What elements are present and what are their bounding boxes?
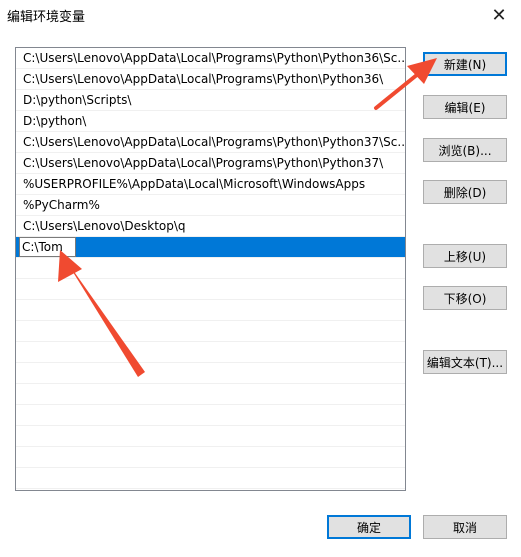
- move-down-button[interactable]: 下移(O): [423, 286, 507, 310]
- title-bar: 编辑环境变量 ✕: [0, 0, 521, 30]
- empty-list-row: [16, 384, 405, 405]
- path-edit-input[interactable]: [19, 237, 76, 257]
- cancel-button[interactable]: 取消: [423, 515, 507, 539]
- empty-list-row: [16, 342, 405, 363]
- path-list-item[interactable]: C:\Users\Lenovo\AppData\Local\Programs\P…: [16, 153, 405, 174]
- path-list-item[interactable]: C:\Users\Lenovo\AppData\Local\Programs\P…: [16, 69, 405, 90]
- empty-list-row: [16, 447, 405, 468]
- move-up-button[interactable]: 上移(U): [423, 244, 507, 268]
- empty-list-row: [16, 300, 405, 321]
- empty-list-row: [16, 321, 405, 342]
- path-list-item[interactable]: C:\Users\Lenovo\AppData\Local\Programs\P…: [16, 132, 405, 153]
- new-button[interactable]: 新建(N): [423, 52, 507, 76]
- path-list-item[interactable]: C:\Users\Lenovo\AppData\Local\Programs\P…: [16, 48, 405, 69]
- edit-text-button[interactable]: 编辑文本(T)...: [423, 350, 507, 374]
- close-icon[interactable]: ✕: [477, 0, 521, 30]
- browse-button[interactable]: 浏览(B)...: [423, 138, 507, 162]
- path-list-item[interactable]: D:\python\Scripts\: [16, 90, 405, 111]
- ok-button[interactable]: 确定: [327, 515, 411, 539]
- path-list[interactable]: C:\Users\Lenovo\AppData\Local\Programs\P…: [15, 47, 406, 491]
- empty-list-row: [16, 258, 405, 279]
- empty-list-row: [16, 426, 405, 447]
- path-list-item[interactable]: %USERPROFILE%\AppData\Local\Microsoft\Wi…: [16, 174, 405, 195]
- path-list-item[interactable]: %PyCharm%: [16, 195, 405, 216]
- path-list-item[interactable]: C:\Users\Lenovo\Desktop\q: [16, 216, 405, 237]
- empty-list-row: [16, 279, 405, 300]
- empty-list-row: [16, 405, 405, 426]
- window-title: 编辑环境变量: [7, 10, 86, 25]
- path-list-item[interactable]: D:\python\: [16, 111, 405, 132]
- edit-button[interactable]: 编辑(E): [423, 95, 507, 119]
- path-list-item-editing[interactable]: [16, 237, 405, 258]
- empty-list-row: [16, 468, 405, 489]
- empty-list-row: [16, 363, 405, 384]
- delete-button[interactable]: 删除(D): [423, 180, 507, 204]
